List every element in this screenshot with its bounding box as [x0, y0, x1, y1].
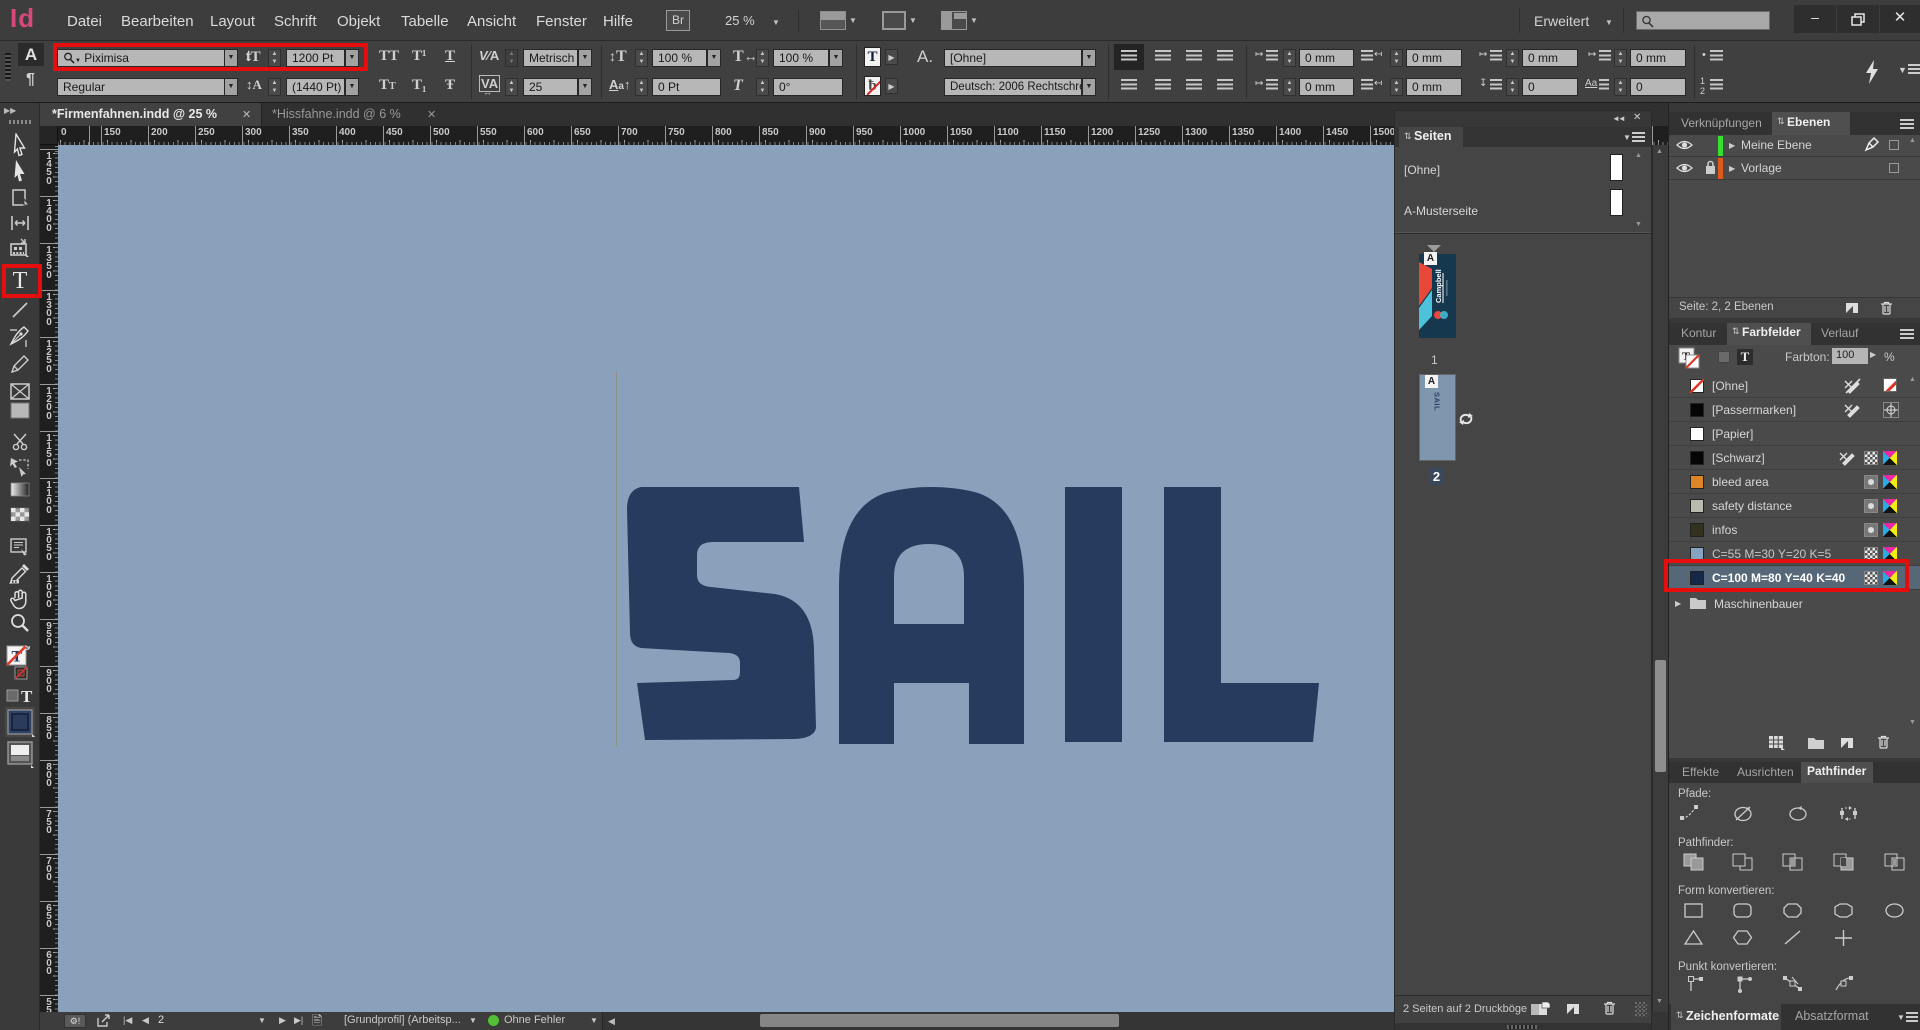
svg-text:T: T: [21, 687, 33, 704]
svg-text:Campbell: Campbell: [1434, 269, 1443, 303]
